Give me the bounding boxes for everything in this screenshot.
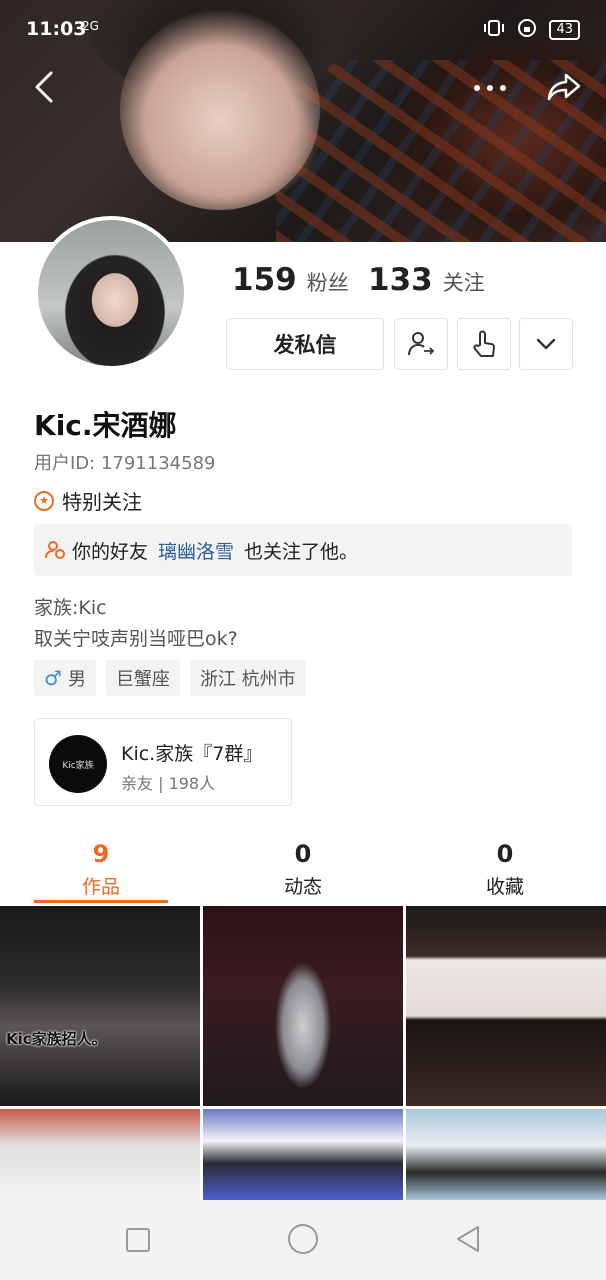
mutual-friend-notice[interactable]: 你的好友 璃幽洛雪 也关注了他。 [34,524,572,576]
zodiac-tag: 巨蟹座 [105,660,180,696]
back-button[interactable] [22,62,66,112]
bio-line-2: 取关宁吱声别当哑巴ok? [34,628,238,650]
work-thumbnail[interactable]: Kic家族招人。 [0,906,200,1106]
more-horizontal-icon [474,85,506,91]
recent-apps-icon[interactable] [126,1228,150,1252]
special-follow-badge[interactable]: ★ 特别关注 [34,486,142,515]
more-options-dropdown[interactable] [519,318,573,370]
share-button[interactable] [540,64,588,110]
special-follow-icon: ★ [34,490,54,511]
work-caption: Kic家族招人。 [6,1030,107,1048]
active-tab-indicator [34,900,168,903]
fans-count: 159 [232,262,297,298]
profile-tags: ♂ 男 巨蟹座 浙江 杭州市 [34,660,306,696]
tab-favorites[interactable]: 0 收藏 [404,840,606,899]
status-icons: 43 [483,18,580,42]
fans-label: 粉丝 [306,271,349,295]
work-thumbnail[interactable] [406,1109,606,1200]
battery-indicator: 43 [549,20,580,40]
male-icon: ♂ [44,666,62,690]
special-follow-label: 特别关注 [62,490,142,514]
user-swap-icon [408,332,435,356]
favorites-count: 0 [496,840,514,868]
vibrate-icon [483,19,505,41]
friend-name-link[interactable]: 璃幽洛雪 [158,537,234,564]
user-id[interactable]: 用户ID: 1791134589 [34,449,215,475]
more-button[interactable] [466,66,514,110]
dynamics-count: 0 [294,840,312,868]
home-icon[interactable] [288,1224,318,1254]
group-meta: 亲友 | 198人 [121,774,216,793]
group-logo: Kic家族 [49,735,107,793]
location-tag: 浙江 杭州市 [189,660,306,696]
works-grid: Kic家族招人。 [0,906,606,1200]
favorites-label: 收藏 [485,876,524,898]
status-time: 11:03 [26,18,87,40]
work-thumbnail[interactable] [203,906,403,1106]
back-triangle-icon[interactable] [454,1224,482,1254]
poke-button[interactable] [457,318,511,370]
group-name: Kic.家族『7群』 [121,743,263,765]
work-thumbnail[interactable] [406,906,606,1106]
friend-prefix: 你的好友 [72,540,149,563]
bio-line-1: 家族:Kic [34,597,107,619]
chevron-down-icon [536,338,556,350]
work-thumbnail[interactable] [203,1109,403,1200]
tab-works[interactable]: 9 作品 [0,840,202,899]
friends-icon [45,541,65,559]
fans-stat[interactable]: 159 粉丝 [232,262,349,298]
works-count: 9 [92,840,110,868]
gender-label: 男 [67,669,86,690]
group-card[interactable]: Kic家族 Kic.家族『7群』 亲友 | 198人 [34,718,292,806]
hand-tap-icon [473,330,495,357]
works-label: 作品 [81,876,120,898]
friend-suffix: 也关注了他。 [244,540,359,563]
lock-rotation-icon [517,18,537,42]
system-navigation-bar [0,1200,606,1280]
tab-dynamics[interactable]: 0 动态 [202,840,404,899]
profile-name: Kic.宋酒娜 [34,409,177,442]
following-count: 133 [368,262,433,298]
send-message-button[interactable]: 发私信 [226,318,384,370]
chevron-left-icon [35,71,53,103]
following-stat[interactable]: 133 关注 [368,262,485,298]
share-arrow-icon [547,73,581,101]
status-bar: 11:03 2G 43 [0,0,606,60]
following-label: 关注 [442,271,485,295]
user-avatar[interactable] [34,216,188,370]
gender-tag: ♂ 男 [34,660,96,696]
network-indicator: 2G [82,19,99,33]
dynamics-label: 动态 [283,876,322,898]
work-thumbnail[interactable] [0,1109,200,1200]
add-friend-button[interactable] [394,318,448,370]
